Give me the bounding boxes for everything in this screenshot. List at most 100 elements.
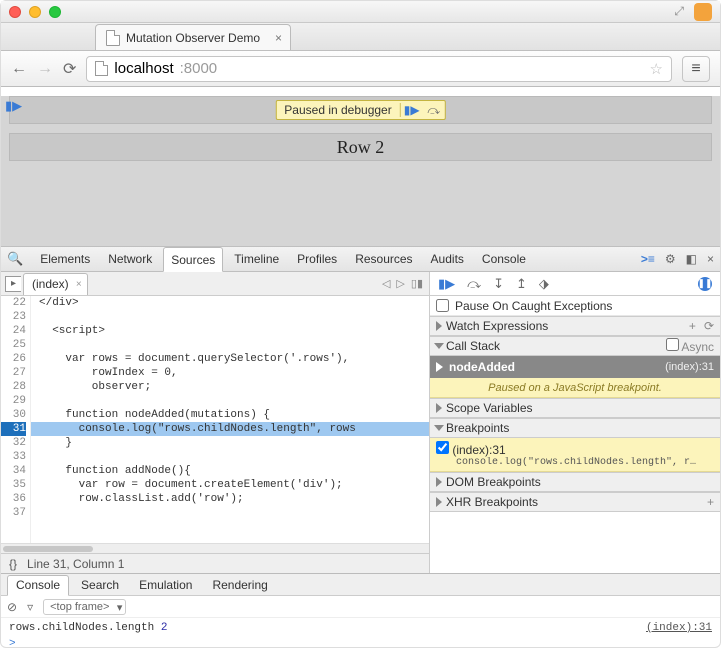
resume-icon[interactable]: ▮▶: [438, 276, 455, 292]
paused-banner: Paused in debugger ▮▶ ⤼: [275, 100, 445, 120]
tab-title: Mutation Observer Demo: [126, 31, 260, 45]
minimize-window-button[interactable]: [29, 6, 41, 18]
browser-menu-button[interactable]: ≡: [682, 56, 710, 82]
breakpoint-checkbox[interactable]: [436, 441, 449, 454]
breakpoint-location: (index):31: [452, 443, 505, 457]
dom-bp-label: DOM Breakpoints: [446, 475, 541, 489]
line-gutter[interactable]: 22232425262728293031323334353637: [1, 296, 31, 543]
step-over-icon[interactable]: ⤼: [467, 276, 481, 292]
async-checkbox[interactable]: [666, 338, 679, 351]
step-into-icon[interactable]: ↧: [493, 276, 504, 292]
devtools-tabbar: 🔍 Elements Network Sources Timeline Prof…: [1, 246, 720, 272]
reload-button[interactable]: ⟳: [63, 59, 76, 79]
tab-sources[interactable]: Sources: [163, 247, 223, 272]
devtools: 🔍 Elements Network Sources Timeline Prof…: [1, 246, 720, 654]
chevron-right-icon: [436, 403, 442, 413]
frame-location: (index):31: [665, 361, 714, 373]
scope-section[interactable]: Scope Variables: [430, 398, 720, 418]
console-toolbar: ⊘ ▿ <top frame>: [1, 596, 720, 618]
debugger-toolbar: ▮▶ ⤼ ↧ ↥ ⬗ ❚❚: [430, 272, 720, 296]
xhr-bp-section[interactable]: XHR Breakpoints +: [430, 492, 720, 512]
file-tabs: ▸ (index) × ◁ ▷ ▯▮: [1, 272, 429, 296]
pause-on-caught-checkbox[interactable]: [436, 299, 449, 312]
horizontal-scrollbar[interactable]: [1, 543, 429, 553]
async-toggle[interactable]: Async: [666, 338, 714, 354]
source-editor[interactable]: 22232425262728293031323334353637 </div> …: [1, 296, 429, 543]
close-devtools-icon[interactable]: ×: [707, 252, 714, 266]
drawer-tab-console[interactable]: Console: [7, 575, 69, 596]
context-selector[interactable]: <top frame>: [43, 599, 126, 615]
filter-icon[interactable]: ▿: [27, 600, 33, 614]
tab-resources[interactable]: Resources: [348, 247, 419, 272]
chevron-down-icon: [434, 343, 444, 349]
browser-tab[interactable]: Mutation Observer Demo ×: [95, 24, 291, 50]
pretty-print-icon[interactable]: {}: [9, 557, 17, 571]
page-viewport: ▮▶ Paused in debugger ▮▶ ⤼ Row 1 Row 2: [1, 96, 720, 246]
watch-section[interactable]: Watch Expressions + ⟳: [430, 316, 720, 336]
console-text: rows.childNodes.length: [9, 622, 154, 634]
close-file-icon[interactable]: ×: [76, 279, 82, 290]
site-icon: [95, 61, 108, 76]
watch-label: Watch Expressions: [446, 319, 548, 333]
add-watch-icon[interactable]: +: [689, 319, 696, 333]
breakpoint-item[interactable]: (index):31 console.log("rows.childNodes.…: [430, 438, 720, 472]
call-frame[interactable]: nodeAdded (index):31: [430, 356, 720, 378]
close-tab-icon[interactable]: ×: [275, 31, 282, 45]
console-source-link[interactable]: (index):31: [646, 622, 712, 634]
history-fwd-icon[interactable]: ▷: [396, 277, 404, 290]
frame-function: nodeAdded: [449, 360, 515, 374]
tab-elements[interactable]: Elements: [33, 247, 97, 272]
breakpoints-label: Breakpoints: [446, 421, 509, 435]
show-drawer-icon[interactable]: >≡: [641, 252, 655, 266]
drawer-tab-search[interactable]: Search: [73, 574, 127, 595]
fullscreen-icon[interactable]: ⤢: [674, 4, 684, 19]
pause-exceptions-icon[interactable]: ❚❚: [698, 277, 712, 291]
address-bar[interactable]: localhost:8000 ☆: [86, 56, 672, 82]
tab-profiles[interactable]: Profiles: [290, 247, 344, 272]
drawer-tab-rendering[interactable]: Rendering: [204, 574, 275, 595]
callstack-section[interactable]: Call Stack Async: [430, 336, 720, 356]
cat-extension-icon[interactable]: [694, 3, 712, 21]
resume-overlay-icon[interactable]: ▮▶: [5, 98, 22, 114]
toggle-sidebar-icon[interactable]: ▯▮: [411, 277, 423, 290]
navigator-toggle-icon[interactable]: ▸: [5, 276, 21, 292]
xhr-bp-label: XHR Breakpoints: [446, 495, 538, 509]
breakpoints-section[interactable]: Breakpoints: [430, 418, 720, 438]
back-button[interactable]: ←: [11, 60, 27, 78]
console-output[interactable]: rows.childNodes.length 2 (index):31 >: [1, 618, 720, 654]
page-icon: [106, 30, 120, 46]
tab-timeline[interactable]: Timeline: [227, 247, 286, 272]
zoom-window-button[interactable]: [49, 6, 61, 18]
drawer: Console Search Emulation Rendering ⊘ ▿ <…: [1, 573, 720, 654]
close-window-button[interactable]: [9, 6, 21, 18]
chevron-right-icon: [436, 497, 442, 507]
clear-console-icon[interactable]: ⊘: [7, 600, 17, 614]
dock-side-icon[interactable]: ◧: [686, 252, 697, 266]
step-over-button[interactable]: ⤼: [423, 103, 445, 118]
deactivate-bp-icon[interactable]: ⬗: [539, 276, 549, 292]
breakpoint-preview: console.log("rows.childNodes.length", r…: [456, 457, 714, 468]
window-titlebar: ⤢: [1, 1, 720, 23]
tab-audits[interactable]: Audits: [424, 247, 471, 272]
history-back-icon[interactable]: ◁: [382, 277, 390, 290]
scope-label: Scope Variables: [446, 401, 533, 415]
refresh-watch-icon[interactable]: ⟳: [704, 319, 714, 333]
drawer-tabs: Console Search Emulation Rendering: [1, 574, 720, 596]
resume-button[interactable]: ▮▶: [401, 103, 423, 117]
console-value: 2: [161, 622, 168, 634]
tab-network[interactable]: Network: [101, 247, 159, 272]
inspect-icon[interactable]: 🔍: [7, 251, 23, 267]
dom-bp-section[interactable]: DOM Breakpoints: [430, 472, 720, 492]
pause-on-caught-row[interactable]: Pause On Caught Exceptions: [430, 296, 720, 316]
drawer-tab-emulation[interactable]: Emulation: [131, 574, 200, 595]
content-row: Row 2: [9, 133, 712, 161]
console-message: rows.childNodes.length 2 (index):31: [9, 622, 712, 634]
step-out-icon[interactable]: ↥: [516, 276, 527, 292]
settings-gear-icon[interactable]: ⚙: [665, 252, 676, 266]
add-xhr-bp-icon[interactable]: +: [707, 495, 714, 509]
chevron-right-icon: [436, 477, 442, 487]
bookmark-star-icon[interactable]: ☆: [650, 60, 663, 78]
file-tab-index[interactable]: (index) ×: [23, 273, 88, 295]
code-body[interactable]: </div> <script> var rows = document.quer…: [31, 296, 429, 543]
tab-console[interactable]: Console: [475, 247, 533, 272]
